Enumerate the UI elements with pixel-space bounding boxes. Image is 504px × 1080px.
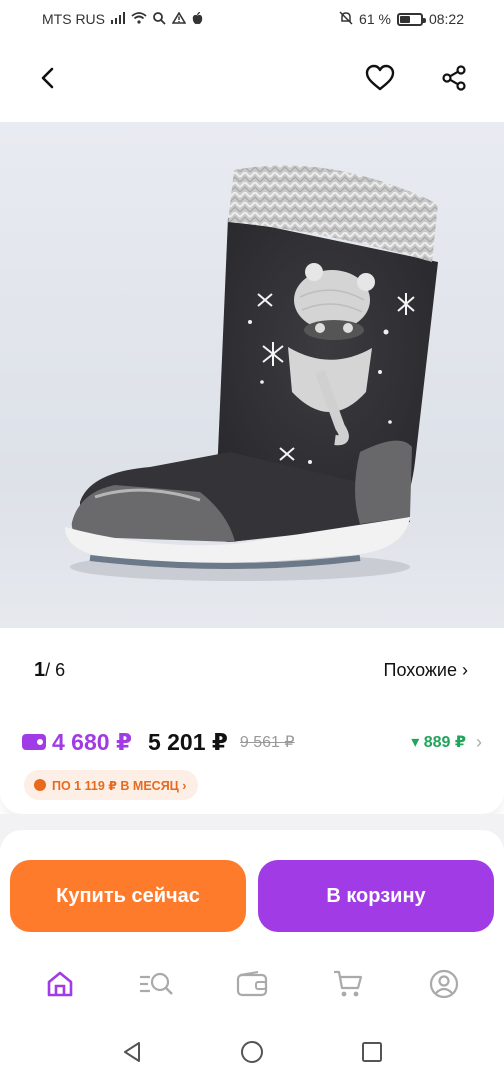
installment-badge[interactable]: ПО 1 119 ₽ В МЕСЯЦ › <box>24 770 199 800</box>
gallery-current: 1 <box>34 658 46 681</box>
old-price: 9 561 ₽ <box>239 734 295 751</box>
tab-cart[interactable] <box>320 956 376 1012</box>
gallery-separator: / <box>45 659 51 680</box>
wallet-card-icon <box>22 734 46 750</box>
status-left: MTS RUS <box>42 11 203 27</box>
back-triangle-icon <box>124 1042 140 1062</box>
product-image-gallery[interactable] <box>0 122 504 628</box>
wifi-icon <box>131 12 147 26</box>
mute-icon <box>339 11 353 27</box>
signal-icon <box>111 12 125 26</box>
recents-square-icon <box>362 1042 382 1062</box>
discount-amount: ▾ 889 ₽ <box>411 734 466 751</box>
price-row[interactable]: 4 680 ₽ 5 201 ₽ 9 561 ₽ ▾ 889 ₽ › <box>22 722 482 762</box>
status-bar: MTS RUS 61 % 08:22 <box>0 0 504 38</box>
catalog-search-icon <box>140 972 173 995</box>
favorite-button[interactable] <box>360 58 400 98</box>
installment-label: ПО 1 119 ₽ В МЕСЯЦ › <box>52 778 187 793</box>
gallery-total: 6 <box>55 659 66 680</box>
card-price: 4 680 ₽ <box>52 728 132 755</box>
tab-profile[interactable] <box>416 956 472 1012</box>
heart-icon <box>365 64 395 91</box>
system-home-button[interactable] <box>232 1032 272 1072</box>
tab-home[interactable] <box>32 956 88 1012</box>
status-right: 61 % 08:22 <box>339 11 464 27</box>
search-icon <box>153 11 166 27</box>
app-header <box>0 50 504 106</box>
action-bar: Купить сейчас В корзину <box>0 830 504 944</box>
buy-now-button[interactable]: Купить сейчас <box>10 860 246 932</box>
clock: 08:22 <box>428 11 464 27</box>
carrier-label: MTS RUS <box>42 11 105 27</box>
system-back-button[interactable] <box>112 1032 152 1072</box>
warning-icon <box>171 11 187 26</box>
battery-icon <box>396 12 426 26</box>
share-button[interactable] <box>434 58 474 98</box>
add-to-cart-button[interactable]: В корзину <box>258 860 494 932</box>
back-arrow-icon <box>41 67 54 89</box>
share-icon <box>442 65 466 91</box>
system-navigation-bar <box>0 1024 504 1080</box>
tab-catalog[interactable] <box>128 956 184 1012</box>
regular-price: 5 201 ₽ <box>147 728 228 755</box>
cart-icon <box>334 970 363 997</box>
system-recents-button[interactable] <box>352 1032 392 1072</box>
apple-icon <box>192 11 203 27</box>
product-image-felt-boot <box>65 165 438 581</box>
gallery-footer: 1/ 6 Похожие › <box>0 652 504 688</box>
gallery-counter: 1/ 6 <box>34 659 65 682</box>
battery-percent: 61 % <box>359 11 391 27</box>
wallet-icon <box>236 971 268 997</box>
similar-products-link[interactable]: Похожие › <box>384 660 468 681</box>
bottom-tab-bar <box>0 944 504 1024</box>
home-circle-icon <box>241 1041 263 1063</box>
price-card: 4 680 ₽ 5 201 ₽ 9 561 ₽ ▾ 889 ₽ › ПО 1 1… <box>0 692 504 814</box>
chevron-right-icon[interactable]: › <box>476 732 482 753</box>
installment-icon <box>34 779 46 791</box>
back-button[interactable] <box>28 58 68 98</box>
profile-icon <box>429 969 459 999</box>
home-icon <box>47 971 73 997</box>
tab-wallet[interactable] <box>224 956 280 1012</box>
